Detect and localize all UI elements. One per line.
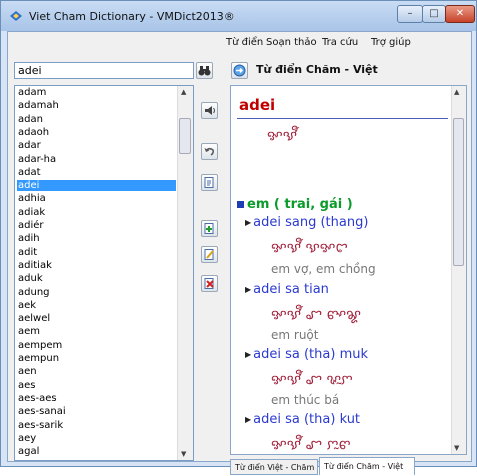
minimize-button[interactable]: – [397, 5, 423, 23]
scroll-down-icon[interactable]: ▼ [454, 444, 459, 452]
pronounce-button[interactable] [201, 102, 218, 119]
word-list-item[interactable]: aempem [17, 340, 176, 351]
word-list-item[interactable]: adit [17, 247, 176, 258]
phrase-cham: ꨀꨕꨬ ꨕꨀꨤ [271, 240, 348, 256]
triangle-right-icon: ▶ [245, 218, 252, 227]
entry-content: adei ꨀꨕꨬ em ( trai, gái ) ▶ adei sang (th… [230, 85, 467, 455]
phrase-text: adei sang (thang) [253, 215, 369, 230]
phrase-item[interactable]: ▶ adei sa (tha) muk [245, 347, 368, 362]
edit-document-icon [204, 177, 214, 188]
word-list-scrollbar[interactable]: ▲ ▼ [177, 86, 193, 460]
undo-button[interactable] [201, 143, 218, 160]
word-list-item[interactable]: aek [17, 300, 176, 311]
word-list-item[interactable]: adat [17, 167, 176, 178]
phrase-text: adei sa tian [253, 282, 329, 297]
search-button[interactable] [196, 62, 213, 79]
scroll-down-icon[interactable]: ▼ [181, 450, 186, 458]
word-list-item[interactable]: adamah [17, 100, 176, 111]
entry-scrollbar[interactable]: ▲ ▼ [451, 86, 466, 454]
headword-divider [237, 118, 448, 119]
app-logo-icon [10, 11, 22, 21]
client-area: Từ điển Soạn thảo Tra cứu Trợ giúp Từ đi… [7, 31, 472, 475]
search-input[interactable] [14, 62, 194, 79]
menu-tra-cuu[interactable]: Tra cứu [322, 37, 358, 48]
delete-entry-button[interactable] [201, 275, 218, 292]
word-list-item[interactable]: aempun [17, 353, 176, 364]
word-list-item[interactable]: adung [17, 287, 176, 298]
phrase-meaning: em ruột [271, 328, 319, 342]
word-list-item[interactable]: aes [17, 380, 176, 391]
scroll-thumb[interactable] [179, 118, 191, 154]
phrase-text: adei sa (tha) kut [253, 412, 361, 427]
speaker-icon [205, 106, 215, 115]
menu-bar: Từ điển Soạn thảo Tra cứu Trợ giúp [8, 32, 471, 54]
word-list-item[interactable]: aes-sanai [17, 406, 176, 417]
add-entry-button[interactable] [201, 220, 218, 237]
window-title: Viet Cham Dictionary - VMDict2013® [29, 10, 235, 23]
modify-entry-button[interactable] [201, 246, 218, 263]
word-list-item[interactable]: aes-aes [17, 393, 176, 404]
globe-arrow-icon [233, 64, 246, 77]
add-document-icon [204, 223, 214, 234]
phrase-cham: ꨀꨕꨬ ꨧ ꨟꨭꨆ [271, 372, 353, 388]
word-list-item[interactable]: adiak [17, 207, 176, 218]
panel-title: Từ điển Chăm - Việt [256, 63, 378, 76]
word-list-item[interactable]: adan [17, 114, 176, 125]
menu-soan-thao[interactable]: Soạn thảo [266, 37, 317, 48]
undo-icon [204, 147, 214, 156]
word-list[interactable]: adam adamah adan adaoh adar adar-ha adat adei ad… [14, 85, 194, 461]
app-window: Viet Cham Dictionary - VMDict2013® – □ ✕… [0, 0, 477, 475]
phrase-item[interactable]: ▶ adei sa (tha) kut [245, 412, 360, 427]
word-list-item[interactable]: adih [17, 233, 176, 244]
word-list-item[interactable]: aem [17, 326, 176, 337]
word-list-item[interactable]: adar [17, 140, 176, 151]
word-list-item[interactable]: adar-ha [17, 154, 176, 165]
close-button[interactable]: ✕ [445, 5, 475, 23]
word-list-item[interactable]: agal [17, 446, 176, 457]
word-list-item[interactable]: adiér [17, 220, 176, 231]
word-list-item[interactable]: adam [17, 87, 176, 98]
edit-entry-button[interactable] [201, 174, 218, 191]
phrase-meaning: em thúc bá [271, 393, 340, 407]
binoculars-icon [198, 66, 211, 76]
word-list-item[interactable]: aduk [17, 273, 176, 284]
sense-heading: em ( trai, gái ) [237, 197, 353, 212]
word-list-item[interactable]: aelwel [17, 313, 176, 324]
word-list-item[interactable]: adaoh [17, 127, 176, 138]
title-bar[interactable]: Viet Cham Dictionary - VMDict2013® – □ ✕ [1, 1, 476, 31]
delete-document-icon [204, 278, 214, 289]
phrase-meaning: em vợ, em chồng [271, 262, 376, 276]
headword: adei [239, 96, 276, 114]
sense-bullet-icon [237, 201, 244, 208]
scroll-up-icon[interactable]: ▲ [454, 88, 459, 96]
tab-cham-viet[interactable]: Từ điển Chăm - Việt [319, 457, 415, 475]
triangle-right-icon: ▶ [245, 285, 252, 294]
menu-tu-dien[interactable]: Từ điển [226, 37, 263, 48]
dictionary-switch-button[interactable] [231, 62, 248, 79]
phrase-item[interactable]: ▶ adei sang (thang) [245, 215, 368, 230]
phrase-cham: ꨀꨕꨬ ꨧ ꨓꨳꨘ [271, 307, 362, 323]
maximize-button[interactable]: □ [422, 5, 446, 23]
word-list-item[interactable]: aey [17, 433, 176, 444]
scroll-thumb[interactable] [453, 118, 464, 266]
tab-viet-cham[interactable]: Từ điển Việt - Chăm [230, 459, 318, 475]
phrase-cham: ꨀꨕꨬ ꨧ ꨆꨭꨓ [271, 437, 351, 453]
triangle-right-icon: ▶ [245, 415, 252, 424]
triangle-right-icon: ▶ [245, 350, 252, 359]
phrase-text: adei sa (tha) muk [253, 347, 368, 362]
scroll-up-icon[interactable]: ▲ [181, 88, 186, 96]
phrase-item[interactable]: ▶ adei sa tian [245, 282, 329, 297]
headword-cham: ꨀꨕꨬ [267, 128, 297, 144]
word-list-item[interactable]: adhia [17, 193, 176, 204]
sense-text: em ( trai, gái ) [247, 197, 353, 212]
word-list-item[interactable]: aditiak [17, 260, 176, 271]
pencil-document-icon [204, 249, 214, 260]
word-list-item[interactable]: adei [17, 180, 176, 192]
word-list-item[interactable]: aen [17, 366, 176, 377]
word-list-item[interactable]: aes-sarik [17, 420, 176, 431]
menu-tro-giup[interactable]: Trợ giúp [371, 37, 411, 48]
